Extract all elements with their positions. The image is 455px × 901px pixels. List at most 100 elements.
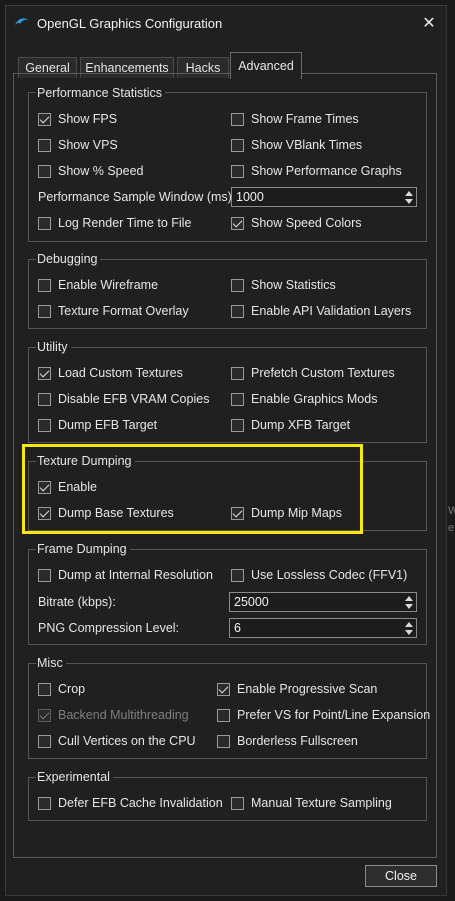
- dump-xfb-target-checkbox[interactable]: Dump XFB Target: [231, 417, 350, 433]
- checkbox-box[interactable]: [217, 708, 230, 722]
- spinbox-arrows[interactable]: [404, 620, 414, 636]
- checkbox-label: Show VPS: [58, 138, 118, 152]
- show-performance-graphs-checkbox[interactable]: Show Performance Graphs: [231, 163, 402, 179]
- dump-efb-target-checkbox[interactable]: Dump EFB Target: [38, 417, 157, 433]
- checkbox-box[interactable]: [231, 304, 244, 318]
- sample-window-spinbox[interactable]: 1000: [231, 187, 417, 207]
- checkbox-box[interactable]: [231, 568, 244, 582]
- show-speed-checkbox[interactable]: Show % Speed: [38, 163, 143, 179]
- show-frame-times-checkbox[interactable]: Show Frame Times: [231, 111, 359, 127]
- load-custom-textures-checkbox[interactable]: Load Custom Textures: [38, 365, 183, 381]
- performance-statistics-title: Performance Statistics: [36, 86, 166, 100]
- checkbox-box[interactable]: [231, 366, 244, 380]
- checkbox-label: Enable Wireframe: [58, 278, 159, 292]
- checkbox-box[interactable]: [38, 796, 51, 810]
- texture-dumping-title: Texture Dumping: [36, 454, 135, 468]
- texture-format-overlay-checkbox[interactable]: Texture Format Overlay: [38, 303, 189, 319]
- defer-efb-cache-checkbox[interactable]: Defer EFB Cache Invalidation: [38, 795, 223, 811]
- checkbox-label: Defer EFB Cache Invalidation: [58, 796, 223, 810]
- cull-vertices-checkbox[interactable]: Cull Vertices on the CPU: [38, 733, 196, 749]
- checkbox-box[interactable]: [38, 392, 51, 406]
- checkbox-box[interactable]: [38, 682, 51, 696]
- spin-up-icon[interactable]: [405, 596, 413, 601]
- checkbox-box: [38, 708, 51, 722]
- checkbox-box[interactable]: [38, 734, 51, 748]
- show-statistics-checkbox[interactable]: Show Statistics: [231, 277, 336, 293]
- spin-down-icon[interactable]: [405, 630, 413, 635]
- dump-base-textures-checkbox[interactable]: Dump Base Textures: [38, 505, 174, 521]
- show-vblank-times-checkbox[interactable]: Show VBlank Times: [231, 137, 362, 153]
- checkbox-box[interactable]: [38, 568, 51, 582]
- spinbox-arrows[interactable]: [404, 594, 414, 610]
- checkbox-label: Dump Base Textures: [58, 506, 174, 520]
- background-text-fragment: e: [448, 522, 455, 534]
- prefetch-custom-textures-checkbox[interactable]: Prefetch Custom Textures: [231, 365, 395, 381]
- checkbox-box[interactable]: [38, 138, 51, 152]
- checkbox-box[interactable]: [38, 278, 51, 292]
- checkbox-box[interactable]: [38, 112, 51, 126]
- enable-graphics-mods-checkbox[interactable]: Enable Graphics Mods: [231, 391, 377, 407]
- spinbox-arrows[interactable]: [404, 189, 414, 205]
- checkbox-box[interactable]: [231, 216, 244, 230]
- manual-texture-sampling-checkbox[interactable]: Manual Texture Sampling: [231, 795, 392, 811]
- checkbox-box[interactable]: [231, 392, 244, 406]
- spinbox-value: 6: [234, 621, 241, 635]
- checkbox-label: Enable API Validation Layers: [251, 304, 412, 318]
- progressive-scan-checkbox[interactable]: Enable Progressive Scan: [217, 681, 377, 697]
- checkbox-label: Crop: [58, 682, 86, 696]
- close-button[interactable]: Close: [365, 865, 437, 887]
- checkbox-box[interactable]: [38, 164, 51, 178]
- window-title: OpenGL Graphics Configuration: [37, 16, 223, 31]
- sample-window-label: Performance Sample Window (ms):: [38, 190, 236, 204]
- checkbox-box[interactable]: [231, 112, 244, 126]
- checkbox-label: Show Speed Colors: [251, 216, 362, 230]
- checkbox-box[interactable]: [217, 734, 230, 748]
- checkbox-box[interactable]: [231, 278, 244, 292]
- checkbox-label: Dump XFB Target: [251, 418, 351, 432]
- lossless-codec-checkbox[interactable]: Use Lossless Codec (FFV1): [231, 567, 407, 583]
- tab-advanced[interactable]: Advanced: [230, 52, 302, 79]
- checkbox-box[interactable]: [231, 796, 244, 810]
- dump-mip-maps-checkbox[interactable]: Dump Mip Maps: [231, 505, 342, 521]
- checkbox-box[interactable]: [217, 682, 230, 696]
- spin-up-icon[interactable]: [405, 191, 413, 196]
- prefer-vs-checkbox[interactable]: Prefer VS for Point/Line Expansion: [217, 707, 430, 723]
- spin-down-icon[interactable]: [405, 604, 413, 609]
- disable-efb-vram-copies-checkbox[interactable]: Disable EFB VRAM Copies: [38, 391, 209, 407]
- log-render-time-checkbox[interactable]: Log Render Time to File: [38, 215, 191, 231]
- show-speed-colors-checkbox[interactable]: Show Speed Colors: [231, 215, 361, 231]
- bitrate-spinbox[interactable]: 25000: [229, 592, 417, 612]
- spin-up-icon[interactable]: [405, 622, 413, 627]
- checkbox-label: Show % Speed: [58, 164, 144, 178]
- checkbox-label: Backend Multithreading: [58, 708, 189, 722]
- show-fps-checkbox[interactable]: Show FPS: [38, 111, 117, 127]
- checkbox-label: Prefer VS for Point/Line Expansion: [237, 708, 431, 722]
- checkbox-box[interactable]: [231, 418, 244, 432]
- png-compression-spinbox[interactable]: 6: [229, 618, 417, 638]
- texture-dumping-enable-checkbox[interactable]: Enable: [38, 479, 97, 495]
- checkbox-label: Load Custom Textures: [58, 366, 183, 380]
- spin-down-icon[interactable]: [405, 199, 413, 204]
- borderless-fullscreen-checkbox[interactable]: Borderless Fullscreen: [217, 733, 358, 749]
- misc-title: Misc: [36, 656, 66, 670]
- checkbox-box[interactable]: [38, 216, 51, 230]
- checkbox-box[interactable]: [231, 138, 244, 152]
- utility-title: Utility: [36, 340, 71, 354]
- checkbox-box[interactable]: [38, 304, 51, 318]
- checkbox-box[interactable]: [38, 418, 51, 432]
- checkbox-label: Enable Graphics Mods: [251, 392, 378, 406]
- crop-checkbox[interactable]: Crop: [38, 681, 85, 697]
- checkbox-box[interactable]: [38, 480, 51, 494]
- checkbox-label: Enable Progressive Scan: [237, 682, 378, 696]
- checkbox-box[interactable]: [38, 366, 51, 380]
- enable-wireframe-checkbox[interactable]: Enable Wireframe: [38, 277, 158, 293]
- dump-internal-resolution-checkbox[interactable]: Dump at Internal Resolution: [38, 567, 213, 583]
- background-text-fragment: W: [448, 505, 455, 517]
- frame-dumping-title: Frame Dumping: [36, 542, 130, 556]
- checkbox-box[interactable]: [38, 506, 51, 520]
- show-vps-checkbox[interactable]: Show VPS: [38, 137, 118, 153]
- close-icon[interactable]: ✕: [418, 12, 440, 34]
- checkbox-box[interactable]: [231, 506, 244, 520]
- api-validation-layers-checkbox[interactable]: Enable API Validation Layers: [231, 303, 411, 319]
- checkbox-box[interactable]: [231, 164, 244, 178]
